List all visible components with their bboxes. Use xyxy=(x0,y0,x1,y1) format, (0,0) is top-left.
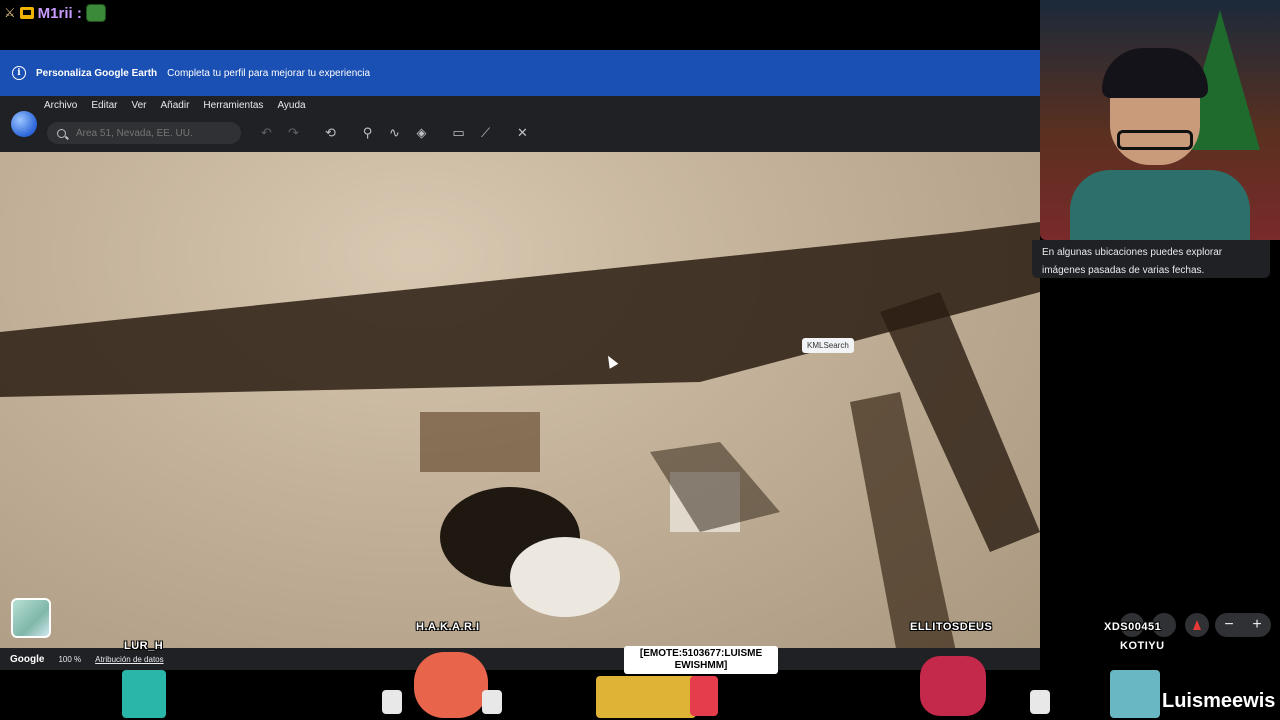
viewer-ellitos: ELLITOSDEUS xyxy=(910,621,993,633)
pokemon-sprite xyxy=(414,652,488,718)
menu-anadir[interactable]: Añadir xyxy=(161,100,190,111)
menu-archivo[interactable]: Archivo xyxy=(44,100,77,111)
data-attribution-link[interactable]: Atribución de datos xyxy=(95,655,164,664)
google-earth-window: i Personaliza Google Earth Completa tu p… xyxy=(0,50,1040,670)
streamer-glasses xyxy=(1117,130,1193,150)
map-style-button[interactable] xyxy=(11,598,51,638)
menu-ayuda[interactable]: Ayuda xyxy=(277,100,305,111)
google-earth-logo-icon[interactable] xyxy=(11,111,37,137)
ghost-sprite-2 xyxy=(482,690,502,714)
history-icon[interactable]: ⟲ xyxy=(317,122,344,144)
miku-sprite xyxy=(122,670,166,718)
viewer-xd: XDS00451 xyxy=(1104,621,1162,633)
crown-icon xyxy=(19,7,34,19)
zoom-readout: 100 % xyxy=(58,654,82,664)
emote-message: [EMOTE:5103677:LUISME EWISHMM] xyxy=(624,646,778,674)
menu-ver[interactable]: Ver xyxy=(131,100,146,111)
tip-text: En algunas ubicaciones puedes explorar i… xyxy=(1042,247,1223,276)
compass-button[interactable] xyxy=(1185,613,1209,637)
profile-banner[interactable]: i Personaliza Google Earth Completa tu p… xyxy=(0,50,1040,96)
main-menu: Archivo Editar Ver Añadir Herramientas A… xyxy=(44,100,306,111)
undo-icon[interactable]: ↶ xyxy=(253,122,280,144)
placemark-icon[interactable]: ⚲ xyxy=(354,122,381,144)
search-bar[interactable] xyxy=(47,122,241,144)
toolbar: ↶ ↷ ⟲ ⚲ ∿ ◈ ▭ ⟋ ✕ xyxy=(253,122,536,144)
ghost-sprite xyxy=(382,690,402,714)
banner-title[interactable]: Personaliza Google Earth xyxy=(36,68,157,79)
banner-subtitle: Completa tu perfil para mejorar tu exper… xyxy=(167,67,371,79)
ruler-icon[interactable]: ▭ xyxy=(445,122,472,144)
stream-frame: ⚔ M1rii : i Personaliza Google Earth Com… xyxy=(0,0,1280,720)
zoom-out-icon[interactable]: − xyxy=(1224,616,1233,634)
chart-icon[interactable]: ⟋ xyxy=(472,122,499,144)
webcam-feed xyxy=(1040,0,1280,240)
zoom-controls: − + xyxy=(1215,613,1271,637)
menu-bar: Archivo Editar Ver Añadir Herramientas A… xyxy=(0,96,1040,152)
google-logo: Google xyxy=(10,653,45,665)
kml-tooltip: KMLSearch xyxy=(802,338,854,353)
path-icon[interactable]: ∿ xyxy=(381,122,408,144)
imagery-tip: En algunas ubicaciones puedes explorar i… xyxy=(1032,240,1270,278)
compass-needle-icon xyxy=(1193,620,1201,630)
chat-username: M1rii : xyxy=(37,4,82,22)
redo-icon[interactable]: ↷ xyxy=(280,122,307,144)
sword-icon: ⚔ xyxy=(4,5,16,20)
satellite-icon[interactable]: ✕ xyxy=(509,122,536,144)
dragon-sprite xyxy=(920,656,986,716)
stream-chat-line: ⚔ M1rii : xyxy=(4,4,106,22)
viewer-hakari: H.A.K.A.R.I xyxy=(416,621,480,633)
viewer-kotiyu: KOTIYU xyxy=(1120,640,1165,652)
red-sprite xyxy=(690,676,718,716)
frog-emote-icon xyxy=(85,4,106,22)
channel-brand: Luismeewis xyxy=(1162,690,1276,712)
info-icon: i xyxy=(12,66,26,80)
satellite-imagery xyxy=(0,222,1040,670)
emote-sprite xyxy=(596,676,696,718)
search-icon xyxy=(57,128,66,138)
map-view[interactable]: KMLSearch xyxy=(0,152,1040,670)
viewer-lur: LUR_H xyxy=(124,640,164,652)
search-input[interactable] xyxy=(76,127,226,139)
streamer-shirt xyxy=(1070,170,1250,240)
robot-sprite xyxy=(1110,670,1160,718)
menu-herramientas[interactable]: Herramientas xyxy=(203,100,263,111)
layers-icon[interactable]: ◈ xyxy=(408,122,435,144)
ghost-sprite-3 xyxy=(1030,690,1050,714)
zoom-in-icon[interactable]: + xyxy=(1252,616,1261,634)
menu-editar[interactable]: Editar xyxy=(91,100,117,111)
